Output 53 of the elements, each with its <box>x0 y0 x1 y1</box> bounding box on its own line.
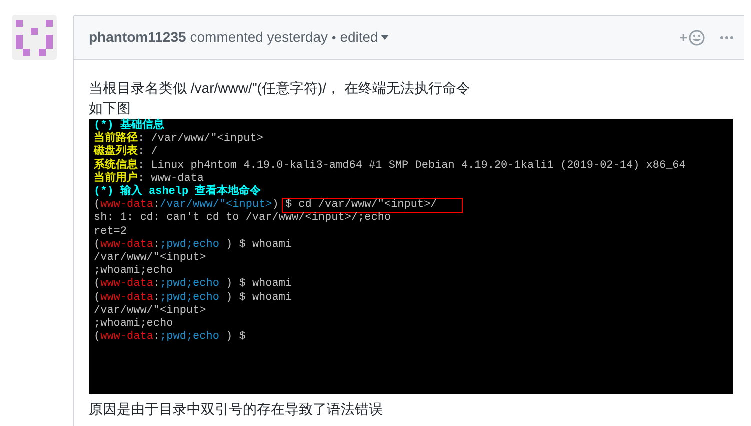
add-reaction-icon[interactable] <box>679 30 706 46</box>
terminal-text: ;whoami;echo <box>94 265 174 278</box>
terminal-path: ;pwd;echo <box>160 238 220 252</box>
highlighted-command: $ cd /var/www/"<input>/ <box>283 199 462 212</box>
terminal-label: 当前用户 <box>94 172 138 185</box>
terminal-text: ) $ whoami <box>225 238 292 252</box>
more-options-icon[interactable] <box>720 36 734 40</box>
comment-timestamp: commented yesterday <box>190 28 328 47</box>
comment-text: 当根目录名类似 /var/www/"(任意字符)/， 在终端无法执行命令 <box>89 79 470 98</box>
caret-icon <box>381 35 390 40</box>
terminal-text: ) $ whoami <box>225 292 292 305</box>
terminal-text: : www-data <box>138 172 204 185</box>
terminal-text: ( <box>94 199 101 212</box>
terminal-username: www-data <box>100 331 154 344</box>
terminal-text: : <box>153 292 160 305</box>
terminal-text: : <box>153 199 160 212</box>
terminal-username: www-data <box>100 238 154 252</box>
terminal-text: ;whoami;echo <box>94 318 174 331</box>
terminal-text: ( <box>94 331 101 344</box>
terminal-text: ) $ <box>225 331 246 344</box>
terminal-text: : <box>153 331 160 344</box>
terminal-text: ( <box>94 238 101 252</box>
comment-text: 原因是由于目录中双引号的存在导致了语法错误 <box>89 400 383 419</box>
terminal-text: sh: 1: cd: can't cd to /var/www/<input>/;echo <box>94 212 392 226</box>
terminal-text: /var/www/"<input> <box>94 252 206 265</box>
terminal-username: www-data <box>100 278 154 292</box>
terminal-path: ;pwd;echo <box>160 331 220 344</box>
avatar-icon[interactable] <box>12 15 57 60</box>
terminal-username: www-data <box>100 292 154 305</box>
terminal-label: 系统信息 <box>94 160 138 172</box>
terminal-text: : /var/www/"<input> <box>138 133 264 146</box>
terminal-path: ;pwd;echo <box>160 292 220 305</box>
terminal-text: ) <box>272 199 280 212</box>
terminal-text: /var/www/"<input> <box>94 304 206 318</box>
separator: • <box>332 30 336 46</box>
terminal-label: 当前路径 <box>94 133 138 146</box>
terminal-username: www-data <box>100 199 154 212</box>
terminal-heading: (*) 基础信息 <box>94 120 164 132</box>
terminal-text: ) $ whoami <box>225 278 292 292</box>
terminal-text: ( <box>94 292 101 305</box>
terminal-text: : / <box>138 146 158 160</box>
comment-text: 如下图 <box>89 99 131 118</box>
terminal-path: /var/www/"<input> <box>160 199 272 212</box>
terminal-path: ;pwd;echo <box>160 278 220 292</box>
author-link[interactable]: phantom11235 <box>89 27 186 48</box>
terminal-text: ret=2 <box>94 226 128 239</box>
terminal-heading: (*) 输入 ashelp 查看本地命令 <box>94 186 262 199</box>
terminal-label: 磁盘列表 <box>94 146 138 158</box>
terminal-text: ( <box>94 278 101 292</box>
terminal-text: : <box>153 238 160 252</box>
edited-dropdown[interactable]: edited <box>340 27 390 48</box>
terminal-text: : <box>153 278 160 292</box>
terminal-text: : Linux ph4ntom 4.19.0-kali3-amd64 #1 SMP Debian 4.19.20-1kali1 (2019-02-14) x86_64 <box>138 160 686 173</box>
